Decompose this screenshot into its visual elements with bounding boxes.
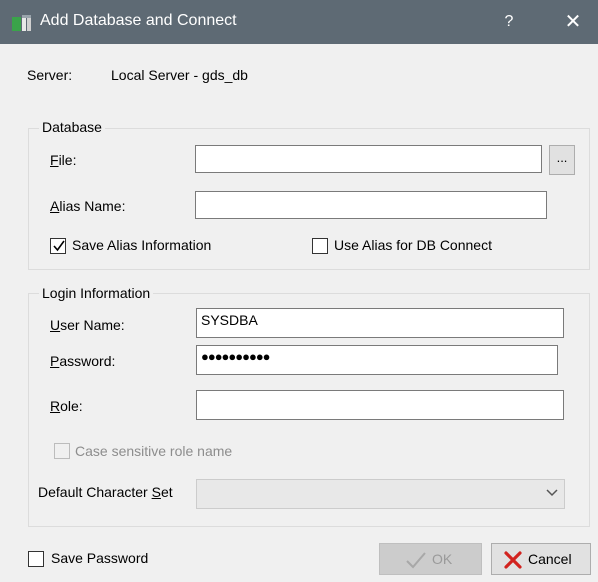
role-label: Role:: [50, 398, 83, 414]
login-group-title: Login Information: [39, 285, 154, 301]
window-title: Add Database and Connect: [40, 12, 237, 29]
file-input[interactable]: [195, 145, 542, 173]
file-label: File:: [50, 152, 77, 168]
alias-name-label: Alias Name:: [50, 198, 126, 214]
case-sensitive-label: Case sensitive role name: [75, 443, 233, 459]
database-group-title: Database: [39, 119, 105, 135]
case-sensitive-checkbox[interactable]: [54, 443, 70, 459]
server-label: Server:: [27, 67, 73, 83]
save-alias-label: Save Alias Information: [72, 237, 212, 253]
red-x-icon: [504, 551, 522, 569]
title-bar[interactable]: Add Database and Connect ? ✕: [0, 0, 598, 44]
checkmark-icon: [53, 240, 65, 252]
charset-label: Default Character Set: [38, 484, 173, 500]
server-value: Local Server - gds_db: [111, 67, 248, 83]
use-alias-checkbox[interactable]: [312, 238, 328, 254]
use-alias-label: Use Alias for DB Connect: [334, 237, 492, 253]
close-button[interactable]: ✕: [548, 0, 598, 44]
cancel-button[interactable]: Cancel: [491, 543, 591, 575]
database-icon: [12, 15, 31, 31]
help-button[interactable]: ?: [492, 0, 526, 44]
save-password-label: Save Password: [51, 550, 149, 566]
username-label: User Name:: [50, 317, 125, 333]
password-label: Password:: [50, 353, 116, 369]
checkmark-icon: [406, 552, 426, 569]
save-alias-checkbox[interactable]: [50, 238, 66, 254]
alias-name-input[interactable]: [195, 191, 547, 219]
chevron-down-icon: [546, 489, 558, 497]
password-input[interactable]: ●●●●●●●●●●: [196, 345, 558, 375]
ok-label: OK: [432, 551, 453, 567]
ok-button[interactable]: OK: [379, 543, 482, 575]
browse-file-button[interactable]: ...: [549, 145, 575, 175]
cancel-label: Cancel: [528, 551, 572, 567]
role-input[interactable]: [196, 390, 564, 420]
save-password-checkbox[interactable]: [28, 551, 44, 567]
username-input[interactable]: SYSDBA: [196, 308, 564, 338]
add-database-dialog: Add Database and Connect ? ✕ Server: Loc…: [0, 0, 598, 582]
charset-select[interactable]: [196, 479, 565, 509]
